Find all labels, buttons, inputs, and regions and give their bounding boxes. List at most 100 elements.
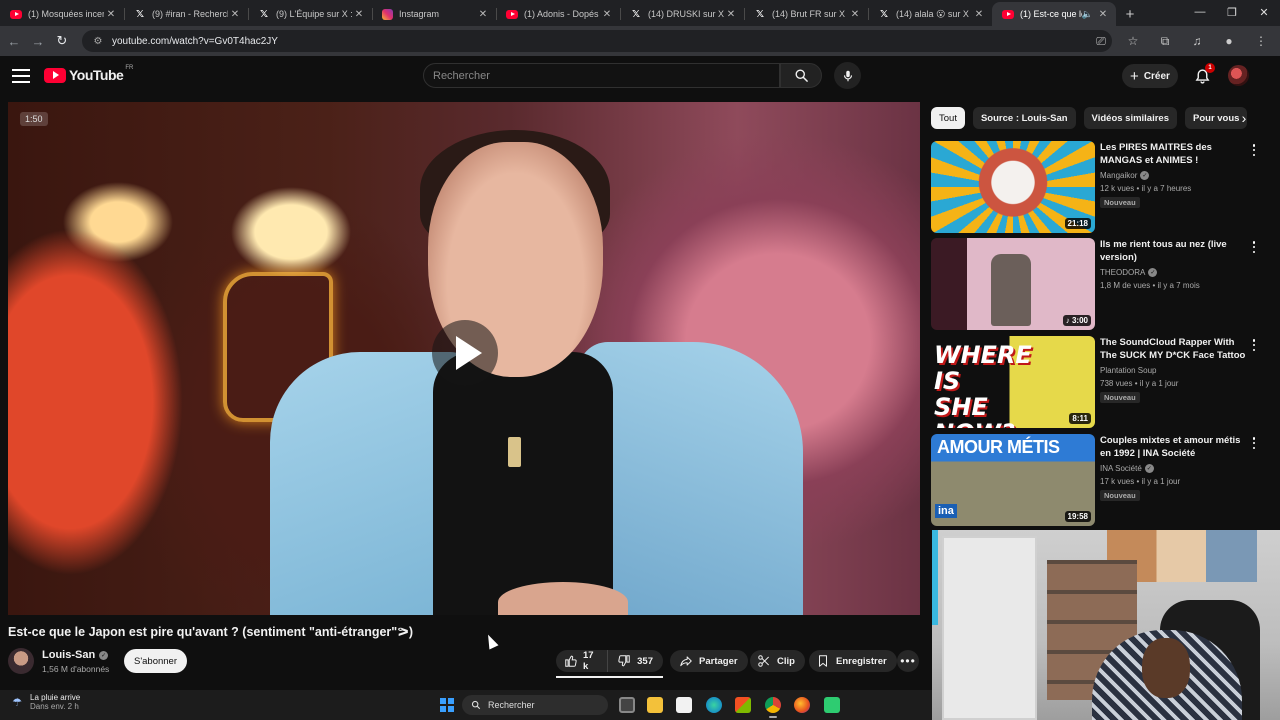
file-explorer-icon[interactable]: [647, 697, 663, 713]
forward-icon[interactable]: →: [26, 29, 50, 53]
dislike-button[interactable]: 357: [608, 650, 663, 672]
video-thumbnail[interactable]: ♪ 3:00: [931, 238, 1095, 330]
recommendation-channel[interactable]: INA Société ✓: [1100, 464, 1154, 473]
thumbnail-text: WHERE IS SHE NOW?: [934, 341, 1032, 428]
more-vertical-icon[interactable]: [1249, 436, 1259, 450]
back-icon[interactable]: ←: [2, 29, 26, 53]
channel-name: THEODORA: [1100, 268, 1146, 277]
youtube-logo[interactable]: YouTube FR: [44, 65, 133, 83]
channel-avatar[interactable]: [8, 648, 34, 674]
create-button[interactable]: + Créer: [1122, 64, 1178, 88]
browser-tab[interactable]: 𝕏 (9) #iran - Recherche ✕: [124, 2, 248, 26]
search-button[interactable]: [780, 63, 822, 88]
streaming-app-icon[interactable]: [824, 697, 840, 713]
chip-similar-videos[interactable]: Vidéos similaires: [1083, 107, 1177, 129]
browser-tab[interactable]: (1) Mosquées incendiées ✕: [0, 2, 124, 26]
weather-widget[interactable]: ☂ La pluie arrive Dans env. 2 h: [10, 693, 80, 711]
browser-tab[interactable]: 𝕏 (14) alala 😮 sur X : " ✕: [868, 2, 992, 26]
search-icon: [471, 700, 481, 710]
weather-title: La pluie arrive: [30, 693, 81, 702]
close-icon[interactable]: ✕: [972, 9, 986, 20]
recommendation-title[interactable]: Ils me rient tous au nez (live version): [1100, 238, 1250, 264]
clip-button[interactable]: Clip: [750, 650, 805, 672]
recommendation-title[interactable]: The SoundCloud Rapper With The SUCK MY D…: [1100, 336, 1250, 362]
recommendation-channel[interactable]: Plantation Soup: [1100, 366, 1157, 375]
firefox-icon[interactable]: [794, 697, 810, 713]
speaker-icon[interactable]: 🔈: [1082, 9, 1093, 20]
more-vertical-icon[interactable]: [1249, 240, 1259, 254]
browser-tab[interactable]: (1) Adonis - Dopés à ✕: [496, 2, 620, 26]
video-thumbnail[interactable]: WHERE IS SHE NOW? 8:11: [931, 336, 1095, 428]
menu-icon[interactable]: ⋮: [1250, 30, 1272, 52]
youtube-header: YouTube FR Rechercher + Créer 1: [0, 56, 1280, 96]
close-window-icon[interactable]: ✕: [1248, 0, 1280, 24]
search-input[interactable]: Rechercher: [423, 63, 780, 88]
video-thumbnail[interactable]: 21:18: [931, 141, 1095, 233]
more-actions-button[interactable]: •••: [897, 650, 919, 672]
url-field[interactable]: ⚙ youtube.com/watch?v=Gv0T4hac2JY: [82, 30, 1112, 52]
recommendation-item[interactable]: 21:18 Les PIRES MAITRES des MANGAS et AN…: [931, 141, 1261, 233]
video-thumbnail[interactable]: AMOUR MÉTIS ina 19:58: [931, 434, 1095, 526]
extensions-icon[interactable]: ⧉: [1154, 30, 1176, 52]
recommendation-item[interactable]: ♪ 3:00 Ils me rient tous au nez (live ve…: [931, 238, 1261, 330]
notepad-icon[interactable]: [676, 697, 692, 713]
recommendation-item[interactable]: WHERE IS SHE NOW? 8:11 The SoundCloud Ra…: [931, 336, 1261, 428]
video-player[interactable]: 1:50: [8, 102, 920, 615]
taskbar-search[interactable]: Rechercher: [462, 695, 608, 715]
like-button[interactable]: 17 k: [556, 650, 609, 672]
chrome-icon[interactable]: [765, 697, 781, 718]
account-avatar[interactable]: [1228, 65, 1249, 86]
browser-tab[interactable]: 𝕏 (14) DRUSKI sur X : " ✕: [620, 2, 744, 26]
new-tab-button[interactable]: +: [1116, 2, 1144, 26]
x-icon: 𝕏: [135, 8, 145, 20]
reload-icon[interactable]: ↻: [50, 29, 74, 53]
close-icon[interactable]: ✕: [352, 9, 366, 20]
windows-start-icon[interactable]: [440, 698, 454, 712]
tab-title: (1) Mosquées incendiées: [28, 9, 104, 19]
subscribe-button[interactable]: S'abonner: [124, 649, 187, 673]
profile-icon[interactable]: ●: [1218, 30, 1240, 52]
like-ratio-bar: [556, 676, 663, 678]
recommendation-channel[interactable]: Mangaikor ✓: [1100, 171, 1150, 180]
close-icon[interactable]: ✕: [1096, 9, 1110, 20]
recommendation-title[interactable]: Les PIRES MAITRES des MANGAS et ANIMES !: [1100, 141, 1250, 167]
browser-tab[interactable]: 𝕏 (14) Brut FR sur X : " ✕: [744, 2, 868, 26]
browser-tab[interactable]: 𝕏 (9) L'Équipe sur X : "I ✕: [248, 2, 372, 26]
voice-search-button[interactable]: [834, 62, 861, 89]
cast-icon[interactable]: ⎚: [1090, 30, 1112, 52]
channel-name-link[interactable]: Louis-San ✓: [42, 649, 109, 661]
close-icon[interactable]: ✕: [724, 9, 738, 20]
save-button[interactable]: Enregistrer: [809, 650, 897, 672]
notifications-button[interactable]: 1: [1192, 63, 1215, 86]
share-button[interactable]: Partager: [670, 650, 748, 672]
recommendation-item[interactable]: AMOUR MÉTIS ina 19:58 Couples mixtes et …: [931, 434, 1261, 526]
close-icon[interactable]: ✕: [104, 9, 118, 20]
channel-name: Plantation Soup: [1100, 366, 1157, 375]
task-view-icon[interactable]: [619, 697, 635, 713]
store-icon[interactable]: [735, 697, 751, 713]
recommendation-title[interactable]: Couples mixtes et amour métis en 1992 | …: [1100, 434, 1250, 460]
close-icon[interactable]: ✕: [600, 9, 614, 20]
edge-icon[interactable]: [706, 697, 722, 713]
webcam-head: [1142, 638, 1190, 698]
maximize-icon[interactable]: ❐: [1216, 0, 1248, 24]
more-vertical-icon[interactable]: [1249, 338, 1259, 352]
video-frame-pendant: [508, 437, 521, 467]
browser-tab-active[interactable]: (1) Est-ce que le 🔈 ✕: [992, 2, 1116, 26]
play-button[interactable]: [432, 320, 498, 386]
plus-icon: +: [1130, 67, 1139, 85]
browser-tab[interactable]: Instagram ✕: [372, 2, 496, 26]
close-icon[interactable]: ✕: [848, 9, 862, 20]
chip-source-channel[interactable]: Source : Louis-San: [972, 107, 1076, 129]
minimize-icon[interactable]: —: [1184, 0, 1216, 24]
chip-all[interactable]: Tout: [931, 107, 965, 129]
bookmark-star-icon[interactable]: ☆: [1122, 30, 1144, 52]
close-icon[interactable]: ✕: [476, 9, 490, 20]
close-icon[interactable]: ✕: [228, 9, 242, 20]
more-vertical-icon[interactable]: [1249, 143, 1259, 157]
recommendation-channel[interactable]: THEODORA ✓: [1100, 268, 1158, 277]
menu-icon[interactable]: [12, 67, 30, 85]
chevron-right-icon[interactable]: ›: [1234, 108, 1254, 128]
site-info-icon[interactable]: ⚙: [92, 35, 104, 47]
media-controls-icon[interactable]: ♫: [1186, 30, 1208, 52]
